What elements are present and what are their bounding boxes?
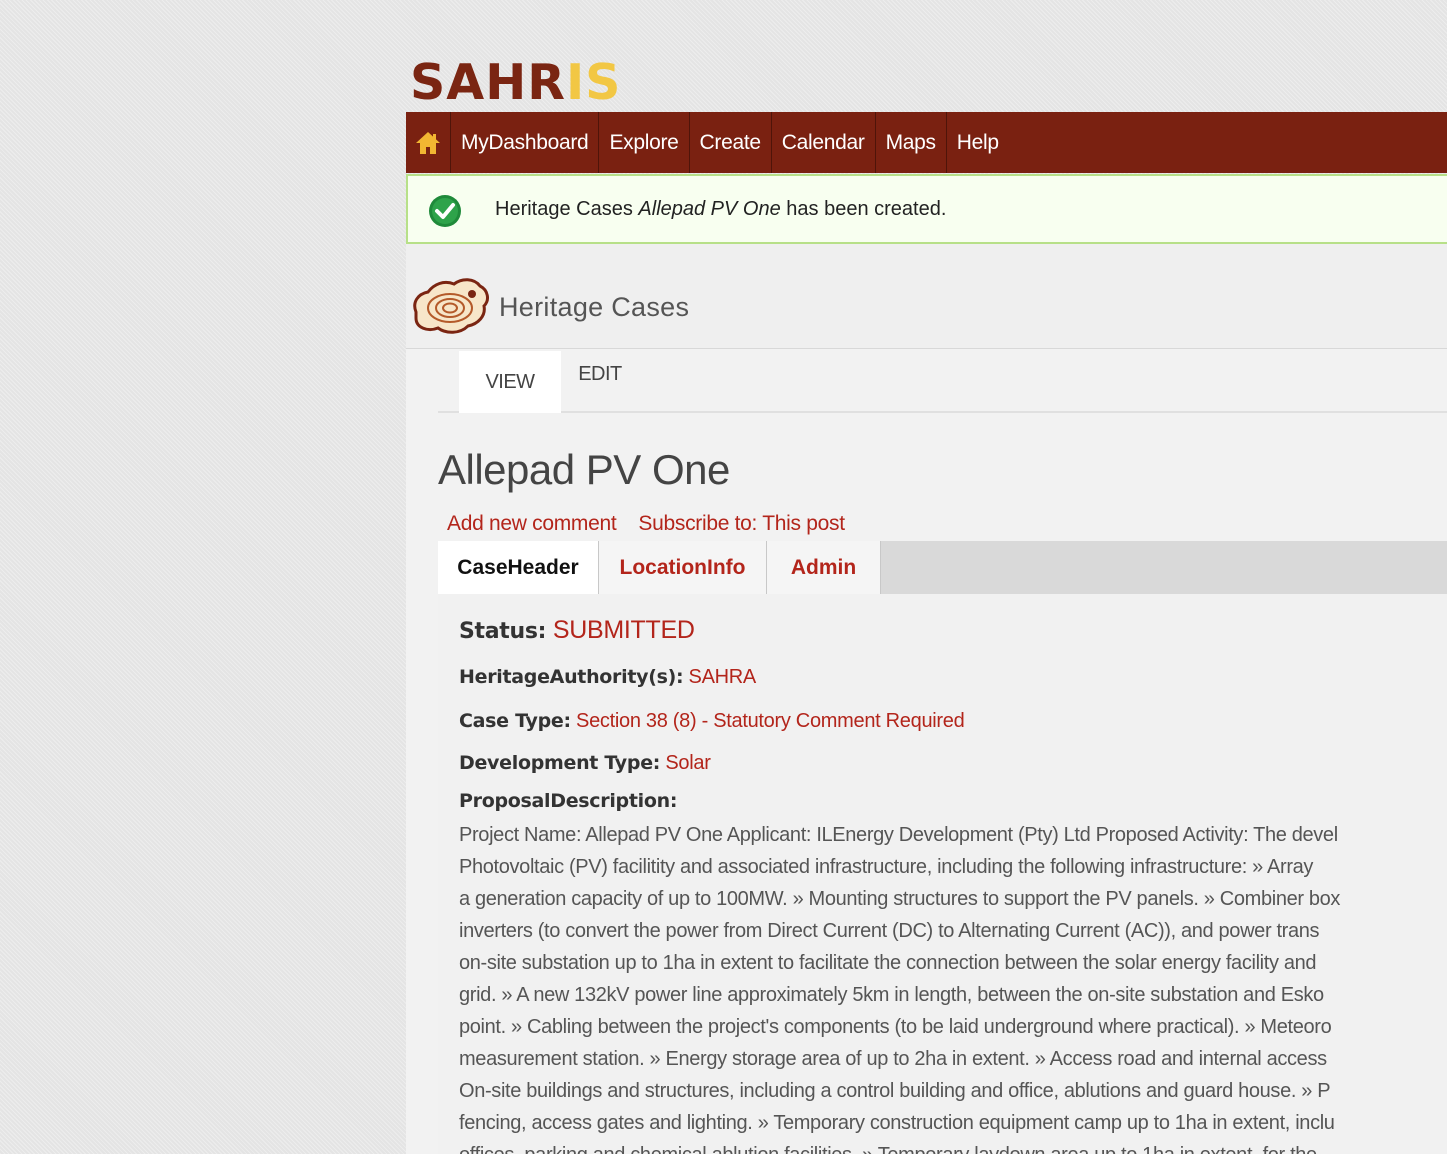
- tab-view[interactable]: VIEW: [459, 351, 561, 413]
- field-status: Status: SUBMITTED: [459, 616, 695, 645]
- field-status-label: Status:: [459, 619, 547, 644]
- proposal-line: measurement station. » Energy storage ar…: [459, 1048, 1327, 1070]
- nav-item-maps[interactable]: Maps: [876, 112, 947, 173]
- status-message-text: Heritage Cases Allepad PV One has been c…: [495, 198, 946, 221]
- tab-admin[interactable]: Admin: [767, 541, 881, 594]
- add-comment-link[interactable]: Add new comment: [447, 512, 617, 535]
- field-proposal-description-label: ProposalDescription:: [459, 790, 678, 812]
- nav-item-create[interactable]: Create: [690, 112, 772, 173]
- nav-home[interactable]: [406, 112, 451, 173]
- home-icon: [416, 131, 440, 154]
- field-heritage-authority-value[interactable]: SAHRA: [689, 666, 757, 688]
- subscribe-link[interactable]: Subscribe to: This post: [638, 512, 845, 535]
- section-header: Heritage Cases: [406, 244, 1447, 349]
- proposal-line: fencing, access gates and lighting. » Te…: [459, 1112, 1335, 1134]
- proposal-line: offices, parking and chemical ablution f…: [459, 1139, 1447, 1154]
- nav-item-help[interactable]: Help: [947, 112, 1009, 173]
- field-case-type: Case Type: Section 38 (8) - Statutory Co…: [459, 710, 965, 733]
- status-message: Heritage Cases Allepad PV One has been c…: [406, 174, 1447, 244]
- site-logo[interactable]: SAHRIS: [410, 54, 621, 112]
- proposal-line: grid. » A new 132kV power line approxima…: [459, 984, 1324, 1006]
- status-message-suffix: has been created.: [786, 198, 947, 220]
- heritage-cases-logo-icon: [413, 278, 489, 334]
- nav-item-mydashboard[interactable]: MyDashboard: [451, 112, 600, 173]
- main-navbar: MyDashboard Explore Create Calendar Maps…: [406, 112, 1447, 173]
- check-circle-icon: [429, 195, 461, 227]
- nav-item-calendar[interactable]: Calendar: [772, 112, 876, 173]
- proposal-line: On-site buildings and structures, includ…: [459, 1080, 1331, 1102]
- main-panel: VIEW EDIT Allepad PV One Add new comment…: [406, 349, 1447, 1154]
- page-title: Allepad PV One: [438, 446, 730, 493]
- proposal-line: Photovoltaic (PV) facilitity and associa…: [459, 856, 1314, 878]
- proposal-line: on-site substation up to 1ha in extent t…: [459, 952, 1317, 974]
- proposal-line: inverters (to convert the power from Dir…: [459, 920, 1320, 942]
- logo-main-text: SAHR: [410, 54, 566, 111]
- field-status-value[interactable]: SUBMITTED: [553, 616, 695, 644]
- status-message-prefix: Heritage Cases: [495, 198, 633, 220]
- field-case-type-label: Case Type:: [459, 710, 571, 732]
- logo-accent-text: IS: [565, 54, 622, 111]
- tab-locationinfo[interactable]: LocationInfo: [599, 541, 767, 594]
- section-title: Heritage Cases: [499, 292, 690, 322]
- status-message-node-name: Allepad PV One: [638, 198, 781, 220]
- field-heritage-authority: HeritageAuthority(s): SAHRA: [459, 666, 756, 689]
- field-development-type: Development Type: Solar: [459, 752, 711, 775]
- tab-caseheader[interactable]: CaseHeader: [438, 541, 599, 594]
- caseheader-panel: Status: SUBMITTED HeritageAuthority(s): …: [438, 594, 1447, 1154]
- field-heritage-authority-label: HeritageAuthority(s):: [459, 666, 684, 688]
- nav-item-explore[interactable]: Explore: [599, 112, 690, 173]
- page-frame: SAHRIS MyDashboard Explore Create Calend…: [8, 8, 1447, 1154]
- field-development-type-value[interactable]: Solar: [665, 752, 711, 774]
- field-group-tabs: CaseHeader LocationInfo Admin: [438, 541, 1447, 594]
- main-content: SAHRIS MyDashboard Explore Create Calend…: [406, 8, 1447, 1154]
- proposal-line: point. » Cabling between the project's c…: [459, 1016, 1332, 1038]
- field-proposal-description: ProposalDescription:: [459, 790, 677, 813]
- field-development-type-label: Development Type:: [459, 752, 661, 774]
- proposal-description-text: Project Name: Allepad PV One Applicant: …: [459, 819, 1447, 1154]
- proposal-line: a generation capacity of up to 100MW. » …: [459, 888, 1341, 910]
- field-case-type-value[interactable]: Section 38 (8) - Statutory Comment Requi…: [576, 710, 965, 732]
- node-links: Add new comment Subscribe to: This post: [447, 512, 867, 536]
- tab-edit[interactable]: EDIT: [561, 343, 639, 405]
- primary-tabs: VIEW EDIT: [438, 349, 1447, 413]
- proposal-line: Project Name: Allepad PV One Applicant: …: [459, 824, 1338, 846]
